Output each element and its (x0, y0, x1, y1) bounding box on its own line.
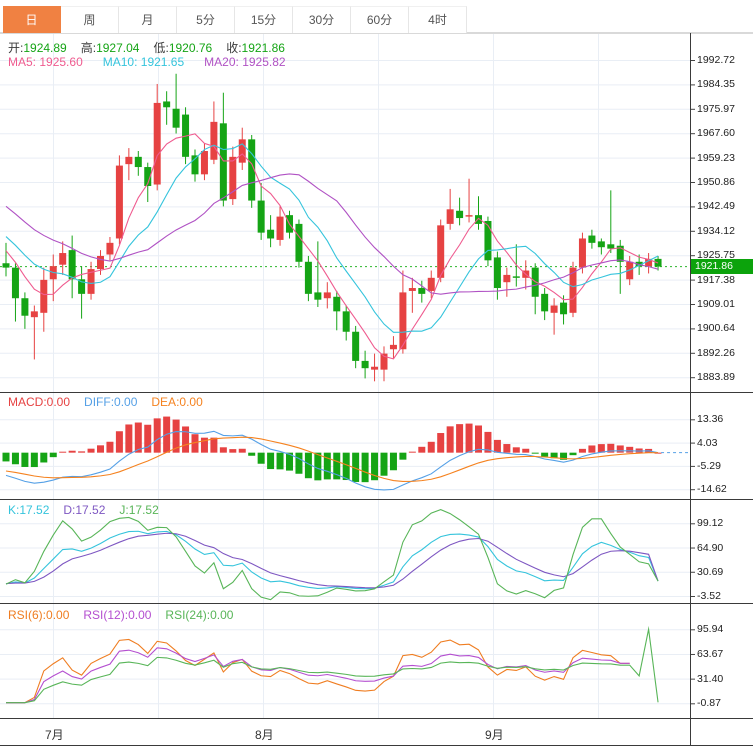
kline-chart-canvas[interactable] (0, 0, 753, 750)
axis-tick-label: 1883.89 (697, 371, 735, 383)
close-label: 收: (226, 41, 241, 55)
low-label: 低: (153, 41, 168, 55)
close-value: 1921.86 (242, 41, 285, 55)
axis-tick-label: 95.94 (697, 623, 723, 635)
axis-tick-label: 1959.23 (697, 152, 735, 164)
axis-tick-label: 13.36 (697, 413, 723, 425)
d-label: D: (63, 503, 75, 517)
rsi6-value: 0.00 (46, 608, 69, 622)
rsi24-value: 0.00 (210, 608, 233, 622)
high-label: 高: (81, 41, 96, 55)
j-label: J: (119, 503, 128, 517)
ma5-value: 1925.60 (39, 55, 82, 69)
axis-tick-label: 1900.64 (697, 322, 735, 334)
rsi24-label: RSI(24): (165, 608, 210, 622)
rsi12-value: 0.00 (128, 608, 151, 622)
axis-tick-label: -5.29 (697, 460, 721, 472)
axis-tick-label: -0.87 (697, 697, 721, 709)
open-value: 1924.89 (23, 41, 66, 55)
axis-tick-label: 99.12 (697, 517, 723, 529)
ma10-value: 1921.65 (141, 55, 184, 69)
d-value: 17.52 (75, 503, 105, 517)
axis-tick-label: 1942.49 (697, 200, 735, 212)
axis-tick-label: 1917.38 (697, 274, 735, 286)
j-value: 17.52 (129, 503, 159, 517)
month-label-7月: 7月 (45, 726, 64, 743)
axis-tick-label: 1909.01 (697, 298, 735, 310)
month-label-9月: 9月 (485, 726, 504, 743)
last-price-badge: 1921.86 (691, 259, 753, 274)
axis-tick-label: 64.90 (697, 542, 723, 554)
diff-label: DIFF: (84, 395, 114, 409)
macd-label: MACD: (8, 395, 47, 409)
diff-value: 0.00 (114, 395, 137, 409)
k-label: K: (8, 503, 19, 517)
axis-tick-label: 4.03 (697, 437, 717, 449)
axis-tick-label: 1967.60 (697, 127, 735, 139)
rsi-header: RSI(6):0.00 RSI(12):0.00 RSI(24):0.00 (8, 608, 247, 622)
ohlc-header: 开:1924.89 高:1927.04 低:1920.76 收:1921.86 (8, 39, 299, 56)
axis-tick-label: -3.52 (697, 590, 721, 602)
dea-value: 0.00 (179, 395, 202, 409)
kdj-header: K:17.52 D:17.52 J:17.52 (8, 503, 173, 517)
kline-chart-app: { "toolbar": { "tabs": ["日", "周", "月", "… (0, 0, 753, 750)
axis-tick-label: 1892.26 (697, 347, 735, 359)
rsi6-label: RSI(6): (8, 608, 46, 622)
axis-tick-label: 1950.86 (697, 176, 735, 188)
axis-tick-label: 1975.97 (697, 103, 735, 115)
axis-tick-label: 1992.72 (697, 54, 735, 66)
axis-tick-label: -14.62 (697, 483, 727, 495)
ma5-label: MA5: (8, 55, 36, 69)
axis-tick-label: 1934.12 (697, 225, 735, 237)
month-label-8月: 8月 (255, 726, 274, 743)
macd-header: MACD:0.00 DIFF:0.00 DEA:0.00 (8, 395, 217, 409)
rsi12-label: RSI(12): (83, 608, 128, 622)
dea-label: DEA: (151, 395, 179, 409)
axis-tick-label: 30.69 (697, 566, 723, 578)
high-value: 1927.04 (96, 41, 139, 55)
open-label: 开: (8, 41, 23, 55)
low-value: 1920.76 (169, 41, 212, 55)
ma10-label: MA10: (103, 55, 138, 69)
ma20-value: 1925.82 (242, 55, 285, 69)
macd-value: 0.00 (47, 395, 70, 409)
axis-tick-label: 63.67 (697, 648, 723, 660)
ma-header: MA5: 1925.60 MA10: 1921.65 MA20: 1925.82 (8, 55, 300, 69)
axis-tick-label: 1984.35 (697, 78, 735, 90)
k-value: 17.52 (19, 503, 49, 517)
axis-tick-label: 31.40 (697, 673, 723, 685)
ma20-label: MA20: (204, 55, 239, 69)
